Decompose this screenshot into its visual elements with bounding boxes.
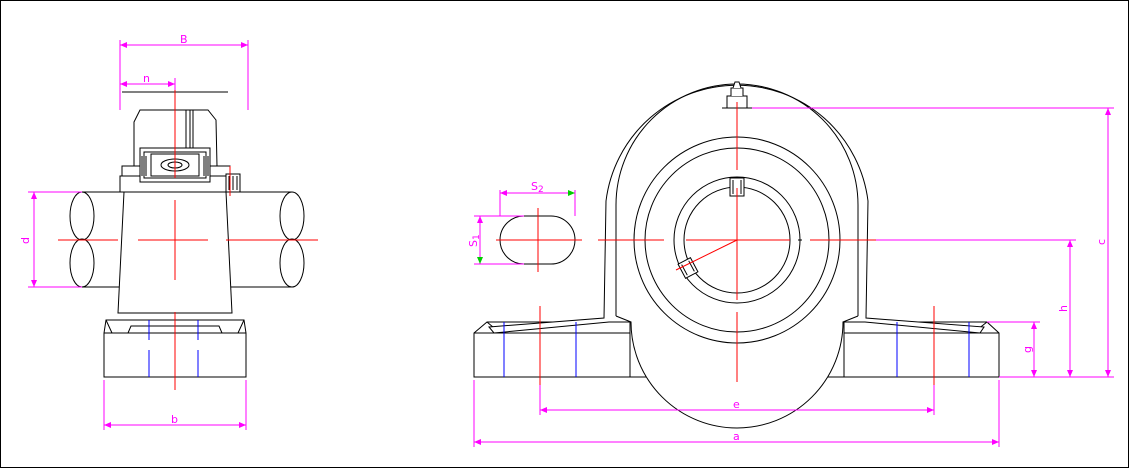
label-b: b xyxy=(171,413,178,426)
label-e: e xyxy=(733,398,740,411)
label-S1-sub: 1 xyxy=(472,234,482,240)
label-a: a xyxy=(733,430,740,443)
label-S2-main: S xyxy=(531,180,538,193)
label-g: g xyxy=(1021,346,1034,353)
label-S2-sub: 2 xyxy=(538,185,544,195)
label-S1-main: S xyxy=(467,240,480,247)
label-B: B xyxy=(180,33,188,46)
label-h: h xyxy=(1057,305,1070,312)
pillow-block-drawing: B n d b S2 S1 c h g e a xyxy=(0,0,1129,468)
label-n: n xyxy=(143,72,150,85)
label-c: c xyxy=(1095,239,1108,245)
set-screw-side xyxy=(225,173,241,193)
label-d: d xyxy=(19,237,32,244)
